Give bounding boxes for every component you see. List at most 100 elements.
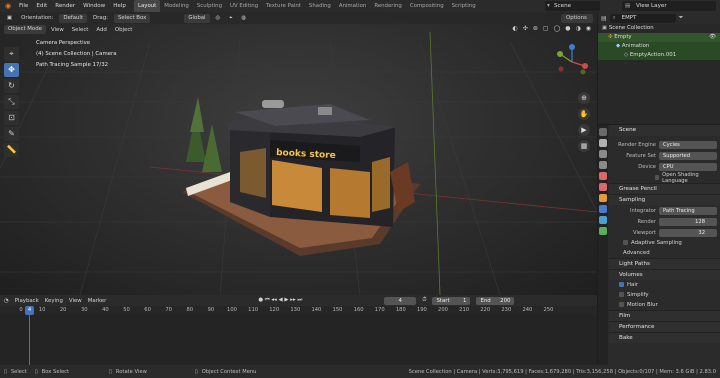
pan-hand-icon[interactable]: ✋ [578,108,590,120]
menu-file[interactable]: File [15,0,32,12]
playhead[interactable]: 4 [25,306,34,315]
blender-logo-icon[interactable]: ◉ [3,2,13,10]
outliner-row-empty[interactable]: ✣ Empty 👁 [598,33,720,42]
proportional-icon[interactable]: ◍ [238,15,249,21]
play-reverse-icon[interactable]: ◀ [278,297,282,303]
navigation-gizmo[interactable] [552,42,592,82]
overlays-icon[interactable]: ⊚ [533,25,538,35]
object-tab-icon[interactable] [599,194,607,202]
start-frame-field[interactable]: Start 1 [432,296,471,305]
tab-modeling[interactable]: Modeling [160,0,193,12]
tab-uv-editing[interactable]: UV Editing [226,0,262,12]
filter-icon[interactable]: ⏷ [679,14,684,22]
current-frame-field[interactable]: 4 [384,296,417,305]
transform-orientation-dropdown[interactable]: Global [184,13,210,23]
tab-shading[interactable]: Shading [305,0,335,12]
jump-end-icon[interactable]: ⏭ [297,297,302,303]
menu-keying[interactable]: Keying [45,298,63,304]
jump-start-icon[interactable]: ⏮ [265,297,270,303]
move-tool-icon[interactable]: ✥ [4,63,19,77]
camera-view-icon[interactable]: ▶ [578,124,590,136]
render-engine-dropdown[interactable]: Cycles [659,140,717,149]
menu-view[interactable]: View [48,27,67,33]
wireframe-shading-icon[interactable]: ◯ [554,25,561,35]
menu-add[interactable]: Add [93,27,109,33]
annotate-tool-icon[interactable]: ✎ [4,127,19,141]
eye-visibility-icon[interactable]: 👁 [709,33,716,42]
sampling-section[interactable]: Sampling [609,194,720,205]
device-dropdown[interactable]: CPU [659,162,717,171]
menu-marker[interactable]: Marker [88,298,107,304]
menu-playback[interactable]: Playback [15,298,39,304]
volumes-section[interactable]: Volumes [609,269,720,280]
view-layer-tab-icon[interactable] [599,161,607,169]
world-tab-icon[interactable] [599,183,607,191]
rendered-shading-icon[interactable]: ◉ [586,25,591,35]
object-mode-dropdown[interactable]: Object Mode [4,25,46,34]
rotate-tool-icon[interactable]: ↻ [4,79,19,93]
material-shading-icon[interactable]: ◑ [576,25,581,35]
drag-dropdown[interactable]: Select Box [113,13,151,23]
tab-layout[interactable]: Layout [133,0,161,12]
simplify-section[interactable]: Simplify [609,290,720,300]
tab-animation[interactable]: Animation [335,0,370,12]
performance-section[interactable]: Performance [609,321,720,332]
gizmo-toggle-icon[interactable]: ✣ [523,25,528,35]
view-layer-selector[interactable]: ▤ View Layer [622,1,716,11]
menu-timeline-view[interactable]: View [69,298,82,304]
viewport-samples-field[interactable]: 32 [659,228,717,237]
preview-range-icon[interactable]: ⏱ [422,297,426,304]
orientation-dropdown[interactable]: Default [59,13,88,23]
film-section[interactable]: Film [609,310,720,321]
bake-section[interactable]: Bake [609,332,720,343]
solid-shading-icon[interactable]: ● [565,25,570,35]
cursor-tool-icon[interactable]: ⌖ [4,47,19,61]
hair-section[interactable]: Hair [609,280,720,290]
tab-scripting[interactable]: Scripting [448,0,480,12]
simplify-checkbox[interactable] [619,292,624,297]
timeline-type-icon[interactable]: ◔ [4,298,9,304]
end-frame-field[interactable]: End 200 [476,296,515,305]
motion-blur-section[interactable]: Motion Blur [609,300,720,310]
next-key-icon[interactable]: ▸▸ [290,297,295,303]
menu-window[interactable]: Window [79,0,109,12]
xray-icon[interactable]: ▢ [543,25,549,35]
motion-blur-checkbox[interactable] [619,302,624,307]
menu-select[interactable]: Select [69,27,92,33]
timeline-ruler[interactable]: 0 10 20 30 40 50 60 70 80 90 100 110 120 130 140 150 160… [0,306,597,315]
feature-set-dropdown[interactable]: Supported [659,151,717,160]
pivot-icon[interactable]: ◎ [213,15,224,21]
scale-tool-icon[interactable]: ⤡ [4,95,19,109]
grease-pencil-section[interactable]: Grease Pencil [609,183,720,194]
outliner-type-icon[interactable]: ▤ [601,15,607,22]
render-samples-field[interactable]: 128 [659,217,717,226]
render-tab-icon[interactable] [599,139,607,147]
menu-help[interactable]: Help [109,0,130,12]
timeline-editor[interactable]: ◔ Playback Keying View Marker ● ⏮ ◂◂ ◀ ▶… [0,295,597,365]
outliner-search-input[interactable]: ⌕ EMPT [609,13,676,23]
light-paths-section[interactable]: Light Paths [609,258,720,269]
3d-viewport[interactable]: books store ▣ Orientation: Default Drag:… [0,12,597,295]
auto-key-icon[interactable]: ● [258,297,263,303]
outliner-row-animation[interactable]: ◆ Animation [598,42,720,51]
zoom-icon[interactable]: ⊕ [578,92,590,104]
perspective-grid-icon[interactable]: ▦ [578,140,590,152]
transform-tool-icon[interactable]: ⊡ [4,111,19,125]
tool-tab-icon[interactable] [599,128,607,136]
snap-icon[interactable]: ⌖ [226,15,235,22]
adaptive-sampling-checkbox[interactable] [623,240,628,245]
measure-tool-icon[interactable]: 📏 [4,143,19,157]
prev-key-icon[interactable]: ◂◂ [271,297,276,303]
visibility-icon[interactable]: ◐ [513,25,518,35]
menu-object[interactable]: Object [112,27,136,33]
tab-texture-paint[interactable]: Texture Paint [262,0,305,12]
menu-render[interactable]: Render [51,0,79,12]
play-icon[interactable]: ▶ [284,297,288,303]
tab-rendering[interactable]: Rendering [370,0,406,12]
hair-checkbox[interactable] [619,282,624,287]
integrator-dropdown[interactable]: Path Tracing [659,206,717,215]
physics-tab-icon[interactable] [599,205,607,213]
tab-sculpting[interactable]: Sculpting [193,0,226,12]
scene-tab-icon[interactable] [599,172,607,180]
select-mode-icon[interactable]: ▣ [4,15,15,21]
